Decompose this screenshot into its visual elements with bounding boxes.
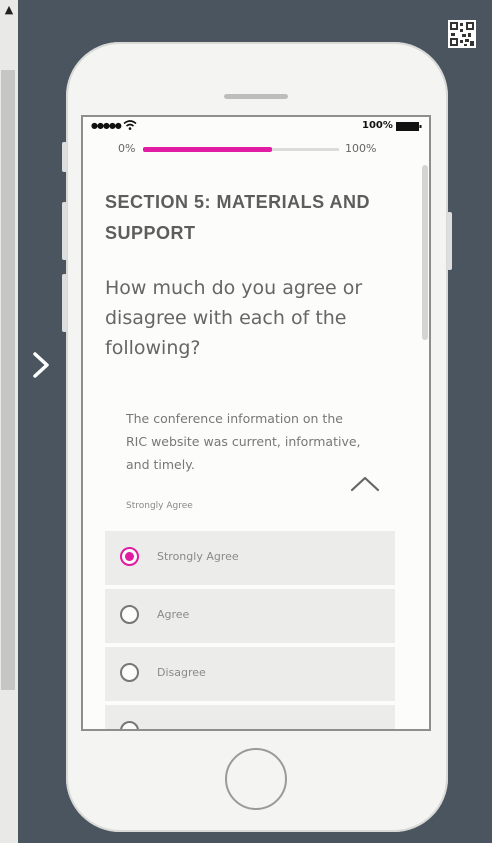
option-label: Strongly Agree — [157, 550, 239, 563]
left-scrollbar-thumb[interactable] — [1, 70, 15, 690]
progress-bar — [143, 147, 339, 152]
chevron-up-icon[interactable] — [349, 475, 381, 493]
radio-button[interactable] — [120, 663, 139, 682]
phone-side-button — [62, 274, 67, 332]
progress-fill — [143, 147, 273, 152]
option-label: Disagree — [157, 666, 206, 679]
phone-screen: ●●●●● 100% 0% 100% SECTION 5: MATERIALS … — [81, 115, 431, 731]
option-partial[interactable] — [105, 705, 395, 729]
phone-side-button — [62, 142, 67, 172]
radio-button[interactable] — [120, 605, 139, 624]
answer-options: Strongly Agree Agree Disagree — [105, 531, 395, 729]
radio-button[interactable] — [120, 721, 139, 729]
battery-percent: 100% — [362, 120, 393, 131]
statement-text: The conference information on the RIC we… — [126, 411, 361, 472]
option-disagree[interactable]: Disagree — [105, 647, 395, 701]
phone-side-button — [62, 202, 67, 260]
home-button[interactable] — [225, 748, 287, 810]
phone-speaker — [224, 94, 288, 99]
battery-icon — [396, 122, 422, 131]
option-label: Agree — [157, 608, 190, 621]
option-strongly-agree[interactable]: Strongly Agree — [105, 531, 395, 585]
phone-frame: ●●●●● 100% 0% 100% SECTION 5: MATERIALS … — [62, 42, 452, 832]
option-agree[interactable]: Agree — [105, 589, 395, 643]
wifi-icon — [123, 120, 137, 130]
status-bar: ●●●●● 100% — [83, 117, 429, 137]
qr-code-icon[interactable] — [448, 20, 476, 48]
left-panel: ▲ — [0, 0, 18, 843]
phone-side-button — [447, 212, 452, 270]
scroll-up-icon[interactable]: ▲ — [0, 2, 18, 18]
question-text: How much do you agree or disagree with e… — [105, 277, 363, 359]
screen-scrollbar[interactable] — [422, 165, 428, 340]
progress-max-label: 100% — [345, 142, 377, 155]
chevron-right-icon[interactable] — [26, 348, 56, 382]
signal-strength: ●●●●● — [91, 121, 122, 130]
selected-answer-label: Strongly Agree — [126, 501, 193, 511]
radio-button-checked[interactable] — [120, 547, 139, 566]
section-title: SECTION 5: MATERIALS AND SUPPORT — [105, 192, 371, 243]
progress-min-label: 0% — [118, 142, 136, 155]
